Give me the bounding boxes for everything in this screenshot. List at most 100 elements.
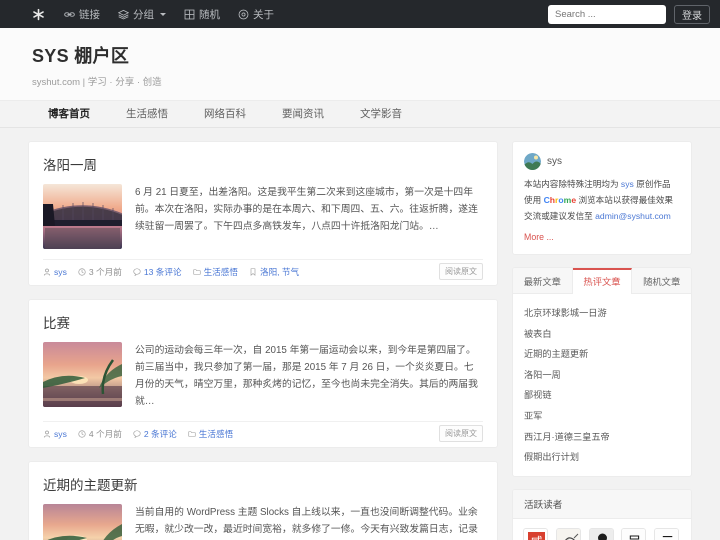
avatar[interactable] [524, 153, 541, 170]
topbar-item-label: 随机 [199, 8, 220, 21]
author-link-sys[interactable]: sys [621, 179, 634, 189]
comment-icon [133, 430, 141, 438]
read-more-button[interactable]: 阅读原文 [439, 424, 483, 442]
grid-icon [184, 9, 195, 20]
post-author-name[interactable]: sys [54, 267, 67, 277]
post-meta: sys 3 个月前 13 条评论 生活感悟 洛阳, 节气 阅读原文 [43, 259, 483, 285]
post-thumbnail[interactable] [43, 503, 122, 540]
post-title[interactable]: 洛阳一周 [43, 154, 483, 174]
post-card[interactable]: 比赛 公司的运动会每三年一次，自 2015 年第一届运动会以来，到今年是第四届了… [28, 299, 498, 448]
site-tagline: syshut.com | 学习 · 分享 · 创造 [32, 77, 162, 88]
nav-item-home[interactable]: 博客首页 [30, 101, 108, 128]
post-comments[interactable]: 13 条评论 [133, 266, 182, 278]
post-author-name[interactable]: sys [54, 429, 67, 439]
tab-hot[interactable]: 热评文章 [572, 267, 633, 294]
list-item[interactable]: 洛阳一周 [524, 363, 680, 384]
post-category-name[interactable]: 生活感悟 [199, 428, 233, 440]
post-body: 公司的运动会每三年一次，自 2015 年第一届运动会以来，到今年是第四届了。前三… [43, 342, 483, 411]
post-title[interactable]: 比赛 [43, 312, 483, 332]
author-line-2: 使用 Chrome 浏览本站以获得最佳效果 [524, 193, 680, 209]
chevron-down-icon [160, 12, 166, 16]
post-date: 4 个月前 [78, 428, 122, 440]
post-author[interactable]: sys [43, 267, 67, 277]
post-category[interactable]: 生活感悟 [193, 266, 238, 278]
more-link[interactable]: More ... [524, 232, 554, 242]
readers-grid: 威 吴 云 [513, 519, 691, 540]
post-thumbnail[interactable] [43, 184, 122, 249]
search-input[interactable] [548, 4, 666, 24]
svg-text:吴: 吴 [628, 535, 642, 540]
list-item[interactable]: 假期出行计划 [524, 446, 680, 467]
post-tags-text[interactable]: 洛阳, 节气 [260, 266, 299, 278]
topbar-item-links[interactable]: 链接 [55, 0, 109, 28]
post-card[interactable]: 洛阳一周 6 月 21 日夏至，出差洛阳。这是我平生第二次来到这座城市，第一次是… [28, 141, 498, 286]
topbar-item-label: 链接 [79, 8, 100, 21]
tab-random[interactable]: 随机文章 [632, 268, 691, 293]
list-item[interactable]: 亚军 [524, 405, 680, 426]
nav-item-literature[interactable]: 文学影音 [342, 101, 420, 128]
author-line-1: 本站内容除特殊注明均为 sys 原创作品 [524, 177, 680, 193]
widget-post-tabs: 最新文章 热评文章 随机文章 北京环球影城一日游 被表白 近期的主题更新 洛阳一… [512, 266, 692, 478]
post-category[interactable]: 生活感悟 [188, 428, 233, 440]
post-excerpt: 公司的运动会每三年一次，自 2015 年第一届运动会以来，到今年是第四届了。前三… [135, 345, 478, 408]
author-line3-pre: 交流或建议发信至 [524, 210, 596, 221]
nav-item-web[interactable]: 网络百科 [186, 101, 264, 128]
post-date: 3 个月前 [78, 266, 122, 278]
post-date-text: 4 个月前 [88, 428, 122, 439]
asterisk-icon[interactable] [12, 8, 55, 21]
post-comments-count[interactable]: 13 条评论 [144, 266, 182, 278]
clock-icon [78, 268, 86, 276]
topbar-item-about[interactable]: 关于 [229, 0, 283, 28]
reader-avatar[interactable]: 云 [654, 528, 680, 540]
post-category-name[interactable]: 生活感悟 [204, 266, 238, 278]
post-card[interactable]: 近期的主题更新 当前自用的 WordPress 主题 Slocks 自上线以来，… [28, 460, 498, 540]
list-item[interactable]: 西江月·道德三皇五帝 [524, 425, 680, 446]
sidebar: sys 本站内容除特殊注明均为 sys 原创作品 使用 Chrome 浏览本站以… [512, 141, 692, 540]
layers-icon [118, 9, 129, 20]
tab-panel-list: 北京环球影城一日游 被表白 近期的主题更新 洛阳一周 鄙视链 亚军 西江月·道德… [513, 294, 691, 477]
post-date-text: 3 个月前 [88, 267, 122, 277]
login-button[interactable]: 登录 [674, 4, 710, 24]
author-line1-pre: 本站内容除特殊注明均为 [524, 179, 621, 189]
reader-avatar[interactable]: 威 [523, 528, 548, 540]
bookmark-icon [249, 268, 257, 276]
post-excerpt: 当前自用的 WordPress 主题 Slocks 自上线以来，一直也没间断调整… [135, 506, 478, 535]
link-icon [64, 9, 75, 20]
page-root: 链接 分组 随机 关于 Search ... 登录 SYS 棚户区 syshut… [0, 0, 720, 540]
author-email-link[interactable]: admin@syshut.com [595, 211, 671, 221]
author-line2-post: 浏览本站以获得最佳效果 [576, 194, 674, 205]
post-tags[interactable]: 洛阳, 节气 [249, 266, 299, 278]
reader-avatar[interactable]: 吴 [621, 528, 647, 540]
nav-item-news[interactable]: 要闻资讯 [264, 101, 342, 128]
post-excerpt: 6 月 21 日夏至，出差洛阳。这是我平生第二次来到这座城市，第一次是十四年前。… [135, 187, 478, 233]
svg-text:云: 云 [661, 535, 675, 540]
list-item[interactable]: 近期的主题更新 [524, 343, 680, 364]
post-author[interactable]: sys [43, 429, 67, 439]
author-row: sys [524, 153, 680, 170]
topbar-item-random[interactable]: 随机 [175, 0, 229, 28]
post-thumbnail[interactable] [43, 342, 122, 407]
list-item[interactable]: 被表白 [524, 322, 680, 343]
tab-latest[interactable]: 最新文章 [513, 267, 573, 293]
read-more-button[interactable]: 阅读原文 [439, 263, 483, 280]
author-name[interactable]: sys [547, 156, 562, 167]
post-comments-count[interactable]: 2 条评论 [144, 428, 177, 440]
author-line2-pre: 使用 [524, 194, 544, 205]
global-topbar: 链接 分组 随机 关于 Search ... 登录 [0, 0, 720, 28]
widget-author-info: sys 本站内容除特殊注明均为 sys 原创作品 使用 Chrome 浏览本站以… [512, 141, 692, 255]
author-line1-post: 原创作品 [633, 179, 671, 189]
chrome-brand-text: Chrome [543, 194, 577, 205]
post-comments[interactable]: 2 条评论 [133, 428, 177, 440]
post-title[interactable]: 近期的主题更新 [43, 474, 483, 494]
topbar-item-groups[interactable]: 分组 [109, 0, 175, 28]
list-item[interactable]: 鄙视链 [524, 384, 680, 405]
info-circle-icon [238, 9, 249, 20]
clock-icon [78, 429, 86, 438]
list-item[interactable]: 北京环球影城一日游 [524, 302, 680, 323]
site-title[interactable]: SYS 棚户区 [32, 42, 720, 68]
comment-icon [133, 268, 141, 276]
reader-avatar[interactable] [555, 528, 581, 540]
site-header: SYS 棚户区 syshut.com | 学习 · 分享 · 创造 [0, 28, 720, 101]
reader-avatar[interactable] [588, 528, 614, 540]
nav-item-life[interactable]: 生活感悟 [108, 101, 186, 128]
